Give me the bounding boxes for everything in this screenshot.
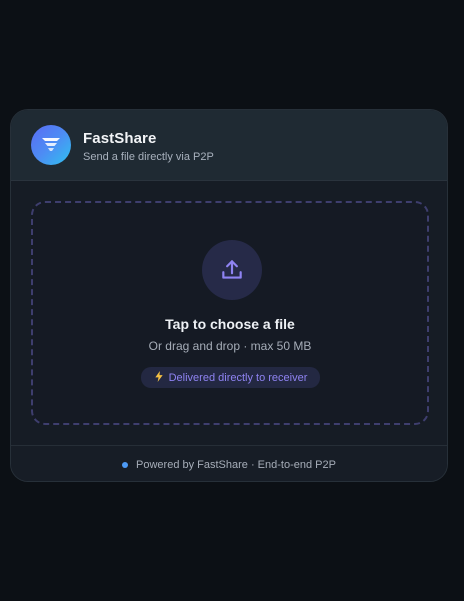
card-footer: Powered by FastShare · End-to-end P2P — [11, 445, 447, 481]
delivery-badge-label: Delivered directly to receiver — [168, 371, 308, 384]
app-name: FastShare — [83, 130, 157, 147]
card-header: FastShare Send a file directly via P2P — [11, 110, 447, 181]
dropzone-title: Tap to choose a file — [165, 316, 295, 332]
footer-text: Powered by FastShare · End-to-end P2P — [136, 458, 336, 471]
lightning-bolt-icon — [154, 370, 164, 385]
upload-icon[interactable] — [202, 240, 262, 300]
app-tagline: Send a file directly via P2P — [83, 151, 214, 163]
share-card: FastShare Send a file directly via P2P T… — [10, 109, 448, 482]
funnel-logo-icon — [31, 125, 71, 165]
status-dot-icon — [122, 461, 129, 468]
dropzone-subtitle: Or drag and drop · max 50 MB — [148, 339, 312, 353]
delivery-badge: Delivered directly to receiver — [141, 367, 320, 388]
file-dropzone[interactable]: Tap to choose a file Or drag and drop · … — [31, 201, 429, 425]
